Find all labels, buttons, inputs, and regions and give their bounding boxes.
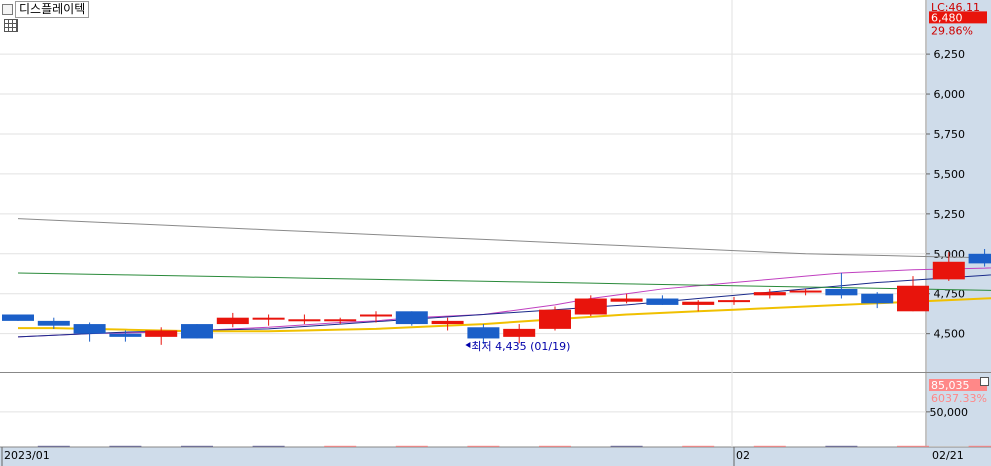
candle-body: [395, 311, 428, 325]
price-tick-label: 6,250: [934, 48, 966, 61]
candle-body: [682, 301, 715, 305]
candle: [825, 272, 858, 299]
candle-body: [181, 324, 213, 339]
candle: [897, 276, 929, 312]
stock-chart: 4,5004,7505,0005,2505,5005,7506,0006,250…: [0, 0, 991, 466]
candle: [753, 288, 786, 299]
candle: [395, 311, 428, 326]
candle: [718, 296, 750, 305]
candle-body: [610, 298, 643, 302]
price-tick-label: 6,000: [934, 88, 966, 101]
candle: [252, 314, 285, 326]
volume-bar: [467, 445, 500, 447]
candle-body: [145, 330, 178, 337]
lc-label: LC:46.11: [931, 1, 980, 14]
candle: [2, 314, 34, 321]
price-tick-label: 5,250: [934, 208, 966, 221]
volume-bar: [181, 445, 213, 447]
candle-body: [825, 288, 858, 296]
candle: [574, 295, 607, 317]
candle-body: [539, 309, 571, 329]
x-tick-label: 2023/01: [4, 449, 50, 462]
volume-bar: [395, 445, 428, 447]
candle-body: [288, 319, 321, 322]
candle-body: [789, 290, 822, 293]
candle-body: [252, 317, 285, 320]
candle-body: [932, 261, 965, 280]
low-annotation: 최저 4,435 (01/19): [471, 340, 570, 353]
price-tick-label: 5,500: [934, 168, 966, 181]
candle-body: [2, 314, 34, 321]
low-arrow-head: [465, 342, 471, 349]
volume-bar: [539, 445, 571, 447]
candle-body: [324, 319, 357, 322]
moving-average-ma20: [18, 297, 991, 333]
candle: [216, 312, 249, 328]
candle: [539, 306, 571, 331]
candle-body: [897, 285, 929, 312]
candle-body: [574, 298, 607, 315]
candle: [646, 295, 679, 305]
candle-body: [37, 320, 70, 326]
candle-body: [467, 327, 500, 339]
x-axis-panel: [0, 447, 991, 466]
candle-body: [109, 333, 142, 337]
candle-body: [861, 293, 894, 304]
candle-body: [718, 300, 750, 303]
moving-average-ma5: [17, 267, 991, 338]
candle-body: [646, 298, 679, 305]
candle-body: [360, 314, 392, 317]
volume-bar: [109, 445, 142, 447]
volume-bar: [324, 445, 357, 447]
volume-bar: [753, 445, 786, 447]
collapse-icon[interactable]: [980, 377, 989, 386]
volume-tick-label: 50,000: [930, 406, 969, 419]
volume-bar: [825, 445, 858, 447]
candle-body: [431, 320, 464, 325]
volume-bar: [968, 445, 991, 447]
x-tick-label: 02: [736, 449, 750, 462]
candle-body: [968, 253, 991, 264]
volume-bar: [682, 445, 715, 447]
price-tick-label: 5,750: [934, 128, 966, 141]
candle-body: [753, 292, 786, 296]
candle: [431, 317, 464, 331]
volume-bar: [37, 445, 70, 447]
candle-body: [73, 324, 106, 334]
price-tick-label: 4,500: [934, 328, 966, 341]
candle: [181, 324, 213, 339]
volume-bar: [610, 445, 643, 447]
x-end-label: 02/21: [932, 449, 964, 462]
moving-average-ma120: [17, 218, 991, 259]
candle: [682, 300, 715, 312]
candle: [861, 292, 894, 309]
current-pct-label: 29.86%: [931, 24, 973, 37]
current-volume-pct-label: 6037.33%: [931, 392, 987, 405]
candle-body: [503, 328, 536, 337]
current-volume-label: 85,035: [931, 379, 970, 392]
candle: [288, 314, 321, 325]
volume-bar: [897, 445, 929, 447]
candle-body: [216, 317, 249, 325]
candle: [73, 322, 106, 342]
volume-bar: [252, 445, 285, 447]
